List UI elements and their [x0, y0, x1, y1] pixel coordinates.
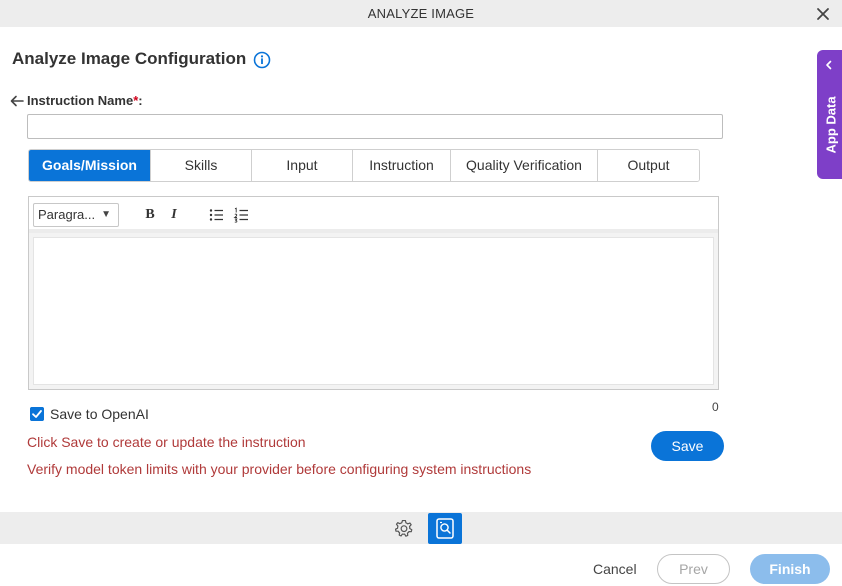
- page-title: Analyze Image Configuration: [12, 49, 247, 68]
- window-title: ANALYZE IMAGE: [367, 6, 475, 21]
- italic-button[interactable]: I: [164, 206, 184, 224]
- arrow-left-icon[interactable]: [9, 94, 25, 108]
- numbered-list-icon[interactable]: [232, 206, 252, 224]
- bottom-toolbar: [0, 512, 842, 544]
- app-data-panel-toggle[interactable]: App Data: [817, 50, 842, 179]
- image-search-icon: [436, 518, 454, 539]
- tab-goals-mission[interactable]: Goals/Mission: [29, 150, 151, 181]
- ai-analyze-button[interactable]: [428, 513, 462, 544]
- tab-skills[interactable]: Skills: [151, 150, 252, 181]
- save-to-openai-label: Save to OpenAI: [50, 406, 149, 422]
- paragraph-format-select[interactable]: Paragra... ▼: [33, 203, 119, 227]
- save-to-openai-checkbox[interactable]: [30, 407, 44, 421]
- info-icon[interactable]: [253, 51, 271, 69]
- instruction-name-input[interactable]: [27, 114, 723, 139]
- instruction-name-label: Instruction Name*:: [27, 93, 143, 108]
- instruction-tabs: Goals/Mission Skills Input Instruction Q…: [28, 149, 700, 182]
- app-data-label: App Data: [823, 96, 839, 154]
- token-warning-message: Verify model token limits with your prov…: [27, 461, 532, 477]
- label-suffix: :: [138, 93, 143, 108]
- instruction-name-label-text: Instruction Name: [27, 93, 134, 108]
- tab-quality-verification[interactable]: Quality Verification: [451, 150, 598, 181]
- gear-icon[interactable]: [393, 518, 415, 540]
- save-button[interactable]: Save: [651, 431, 724, 461]
- tab-output[interactable]: Output: [598, 150, 699, 181]
- bold-button[interactable]: B: [140, 206, 160, 224]
- rich-text-editor: Paragra... ▼ B I: [28, 196, 719, 390]
- bullet-list-icon[interactable]: [207, 206, 227, 224]
- format-selected-value: Paragra...: [38, 207, 96, 222]
- chevron-left-icon: [826, 60, 832, 70]
- editor-toolbar: Paragra... ▼ B I: [29, 197, 718, 233]
- tab-instruction[interactable]: Instruction: [353, 150, 451, 181]
- editor-content-area[interactable]: [33, 237, 714, 385]
- title-bar: ANALYZE IMAGE: [0, 0, 842, 27]
- chevron-down-icon: ▼: [101, 209, 111, 220]
- save-hint-message: Click Save to create or update the instr…: [27, 434, 306, 450]
- tab-input[interactable]: Input: [252, 150, 353, 181]
- character-count: 0: [712, 400, 719, 414]
- prev-button[interactable]: Prev: [657, 554, 730, 584]
- cancel-button[interactable]: Cancel: [593, 561, 637, 577]
- close-icon[interactable]: [814, 5, 832, 23]
- finish-button[interactable]: Finish: [750, 554, 830, 584]
